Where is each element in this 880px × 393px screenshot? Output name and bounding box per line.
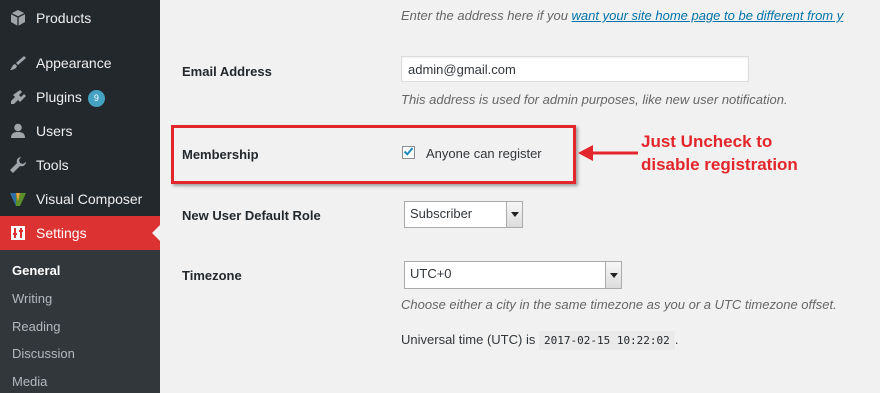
utc-time-line: Universal time (UTC) is 2017-02-15 10:22… bbox=[401, 331, 679, 350]
menu-item-settings[interactable]: Settings bbox=[0, 216, 160, 250]
admin-sidebar: Products Appearance Plugins 9 Users Tools… bbox=[0, 0, 160, 393]
settings-form: Enter the address here if you want your … bbox=[160, 0, 880, 393]
menu-label: Appearance bbox=[36, 55, 112, 71]
menu-item-visual-composer[interactable]: Visual Composer bbox=[0, 182, 160, 216]
wrench-icon bbox=[8, 155, 28, 175]
visual-composer-icon bbox=[8, 189, 28, 209]
email-label: Email Address bbox=[182, 64, 272, 79]
products-icon bbox=[8, 8, 28, 28]
chevron-down-icon bbox=[605, 262, 621, 288]
email-description: This address is used for admin purposes,… bbox=[401, 92, 788, 107]
annotation-line-2: disable registration bbox=[641, 155, 798, 174]
chevron-down-icon bbox=[506, 202, 522, 227]
utc-time: 2017-02-15 10:22:02 bbox=[538, 331, 675, 350]
menu-label: Plugins bbox=[36, 89, 82, 105]
menu-label: Users bbox=[36, 123, 73, 139]
menu-item-users[interactable]: Users bbox=[0, 114, 160, 148]
utc-suffix: . bbox=[674, 332, 679, 347]
submenu-item-discussion[interactable]: Discussion bbox=[12, 346, 75, 361]
site-address-help-link[interactable]: want your site home page to be different… bbox=[572, 8, 844, 23]
timezone-select[interactable]: UTC+0 bbox=[404, 261, 622, 289]
menu-item-plugins[interactable]: Plugins 9 bbox=[0, 80, 160, 114]
annotation-arrow-icon bbox=[578, 145, 638, 161]
plugins-icon bbox=[8, 87, 28, 107]
email-field[interactable] bbox=[401, 56, 749, 82]
submenu-item-writing[interactable]: Writing bbox=[12, 291, 52, 306]
menu-item-appearance[interactable]: Appearance bbox=[0, 46, 160, 80]
description-text: Enter the address here if you bbox=[401, 8, 572, 23]
menu-label: Settings bbox=[36, 225, 87, 241]
menu-item-products[interactable]: Products bbox=[0, 1, 160, 35]
utc-prefix: Universal time (UTC) is bbox=[401, 332, 539, 347]
submenu-item-general[interactable]: General bbox=[12, 263, 60, 278]
menu-label: Products bbox=[36, 10, 92, 26]
annotation-text: Just Uncheck to disable registration bbox=[641, 130, 798, 176]
timezone-value: UTC+0 bbox=[410, 266, 452, 281]
paint-brush-icon bbox=[8, 53, 28, 73]
site-address-description: Enter the address here if you want your … bbox=[401, 8, 843, 23]
menu-label: Visual Composer bbox=[36, 191, 143, 207]
update-count-badge: 9 bbox=[87, 90, 105, 107]
timezone-description: Choose either a city in the same timezon… bbox=[401, 297, 837, 312]
submenu-item-media[interactable]: Media bbox=[12, 374, 47, 389]
annotation-line-1: Just Uncheck to bbox=[641, 132, 773, 151]
default-role-label: New User Default Role bbox=[182, 208, 321, 223]
default-role-value: Subscriber bbox=[410, 206, 473, 221]
menu-item-tools[interactable]: Tools bbox=[0, 148, 160, 182]
timezone-label: Timezone bbox=[182, 268, 242, 283]
settings-submenu: General Writing Reading Discussion Media bbox=[0, 250, 160, 393]
default-role-select[interactable]: Subscriber bbox=[404, 201, 523, 228]
menu-label: Tools bbox=[36, 157, 69, 173]
submenu-item-reading[interactable]: Reading bbox=[12, 319, 60, 334]
settings-icon bbox=[8, 223, 28, 243]
users-icon bbox=[8, 121, 28, 141]
membership-highlight-box bbox=[171, 125, 576, 184]
